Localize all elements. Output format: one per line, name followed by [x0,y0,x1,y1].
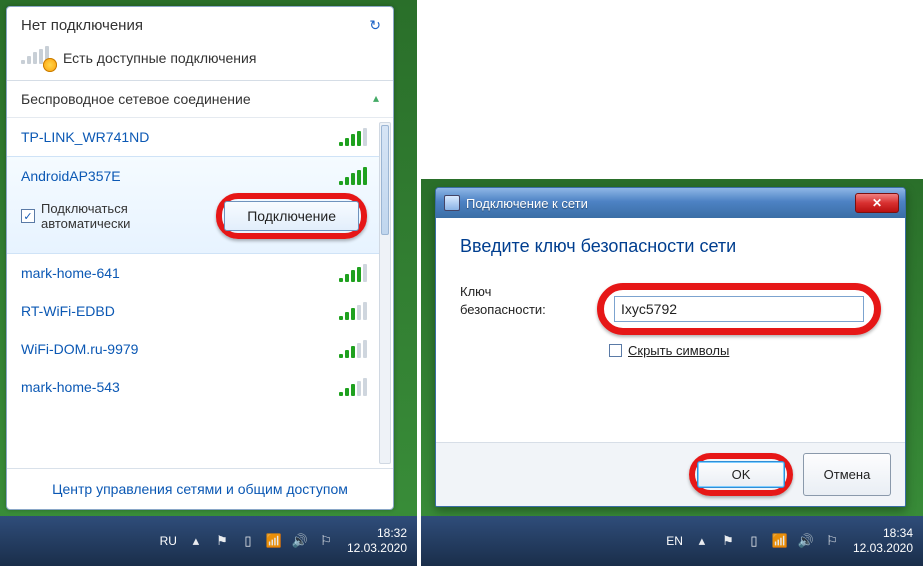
highlight-ring [597,283,881,335]
dialog-buttons: OK Отмена [436,442,905,506]
network-item[interactable]: RT-WiFi-EDBD [7,292,381,330]
network-flyout: Нет подключения ↻ Есть доступные подключ… [6,6,394,510]
power-icon[interactable]: ▯ [745,533,763,549]
auto-connect-checkbox[interactable]: ✓ Подключаться автоматически [21,201,130,231]
network-list: TP-LINK_WR741ND AndroidAP357E ✓ Подключа… [7,118,393,468]
scrollbar[interactable] [379,122,391,464]
tray-up-icon[interactable]: ▴ [187,533,205,549]
clock[interactable]: 18:32 12.03.2020 [347,526,407,556]
taskbar-right: EN ▴ ⚑ ▯ 📶 🔊 ⚐ 18:34 12.03.2020 [421,516,923,566]
refresh-icon[interactable]: ↻ [369,17,381,34]
no-connection-label: Нет подключения [21,17,143,34]
close-icon: ✕ [872,196,882,210]
taskbar-left: RU ▴ ⚑ ▯ 📶 🔊 ⚐ 18:32 12.03.2020 [0,516,417,566]
volume-icon[interactable]: 🔊 [291,533,309,549]
ssid-label: TP-LINK_WR741ND [21,129,149,145]
key-field-row: Ключ безопасности: Скрыть символы [460,283,881,358]
checkbox-icon: ✓ [21,209,35,223]
signal-icon [339,302,367,320]
left-screenshot: Нет подключения ↻ Есть доступные подключ… [0,0,417,566]
wifi-status-icon [21,46,53,70]
close-button[interactable]: ✕ [855,193,899,213]
alert-sunburst-icon [43,58,57,72]
date-label: 12.03.2020 [853,541,913,556]
network-tray-icon[interactable]: 📶 [771,533,789,549]
language-indicator[interactable]: RU [160,534,177,548]
ssid-label: mark-home-641 [21,265,120,281]
tray: ▴ ⚑ ▯ 📶 🔊 ⚐ [187,533,335,549]
tray-up-icon[interactable]: ▴ [693,533,711,549]
network-item-selected[interactable]: AndroidAP357E ✓ Подключаться автоматичес… [7,156,381,254]
dialog-heading: Введите ключ безопасности сети [460,236,881,257]
ssid-label: WiFi-DOM.ru-9979 [21,341,138,357]
cancel-button[interactable]: Отмена [803,453,891,496]
key-label: Ключ безопасности: [460,283,579,318]
signal-icon [339,340,367,358]
app-icon [444,195,460,211]
right-screenshot: Подключение к сети ✕ Введите ключ безопа… [421,179,923,566]
security-icon[interactable]: ⚑ [213,533,231,549]
dialog-title: Подключение к сети [466,196,588,211]
clock[interactable]: 18:34 12.03.2020 [853,526,913,556]
dialog-body: Введите ключ безопасности сети Ключ безо… [436,218,905,442]
signal-icon [339,128,367,146]
auto-connect-label: Подключаться автоматически [41,201,130,231]
security-key-input[interactable] [614,296,864,322]
flyout-header: Нет подключения ↻ [7,7,393,42]
status-row: Есть доступные подключения [7,42,393,81]
tray: ▴ ⚑ ▯ 📶 🔊 ⚐ [693,533,841,549]
hide-chars-checkbox[interactable]: Скрыть символы [609,343,881,358]
network-item[interactable]: WiFi-DOM.ru-9979 [7,330,381,368]
flag-icon[interactable]: ⚐ [823,533,841,549]
ssid-label: AndroidAP357E [21,168,121,184]
network-center-link[interactable]: Центр управления сетями и общим доступом [7,468,393,509]
language-indicator[interactable]: EN [666,534,683,548]
connect-dialog: Подключение к сети ✕ Введите ключ безопа… [435,187,906,507]
time-label: 18:32 [347,526,407,541]
network-item[interactable]: mark-home-641 [7,254,381,292]
network-item[interactable]: mark-home-543 [7,368,381,406]
connect-button[interactable]: Подключение [224,201,359,231]
adapter-label: Беспроводное сетевое соединение [21,91,251,107]
checkbox-icon [609,344,622,357]
highlight-ring: Подключение [216,193,367,239]
volume-icon[interactable]: 🔊 [797,533,815,549]
selected-controls: ✓ Подключаться автоматически Подключение [21,193,367,239]
signal-icon [339,378,367,396]
scrollbar-thumb[interactable] [381,125,389,235]
ok-button[interactable]: OK [697,461,785,488]
network-item[interactable]: TP-LINK_WR741ND [7,118,381,156]
signal-icon [339,167,367,185]
available-label: Есть доступные подключения [63,50,256,66]
time-label: 18:34 [853,526,913,541]
power-icon[interactable]: ▯ [239,533,257,549]
ssid-label: mark-home-543 [21,379,120,395]
network-tray-icon[interactable]: 📶 [265,533,283,549]
highlight-ring: OK [689,453,793,496]
security-icon[interactable]: ⚑ [719,533,737,549]
signal-icon [339,264,367,282]
date-label: 12.03.2020 [347,541,407,556]
flag-icon[interactable]: ⚐ [317,533,335,549]
ssid-label: RT-WiFi-EDBD [21,303,115,319]
hide-chars-label: Скрыть символы [628,343,729,358]
titlebar[interactable]: Подключение к сети ✕ [436,188,905,218]
adapter-section[interactable]: Беспроводное сетевое соединение ▴ [7,81,393,118]
chevron-up-icon: ▴ [373,91,379,105]
